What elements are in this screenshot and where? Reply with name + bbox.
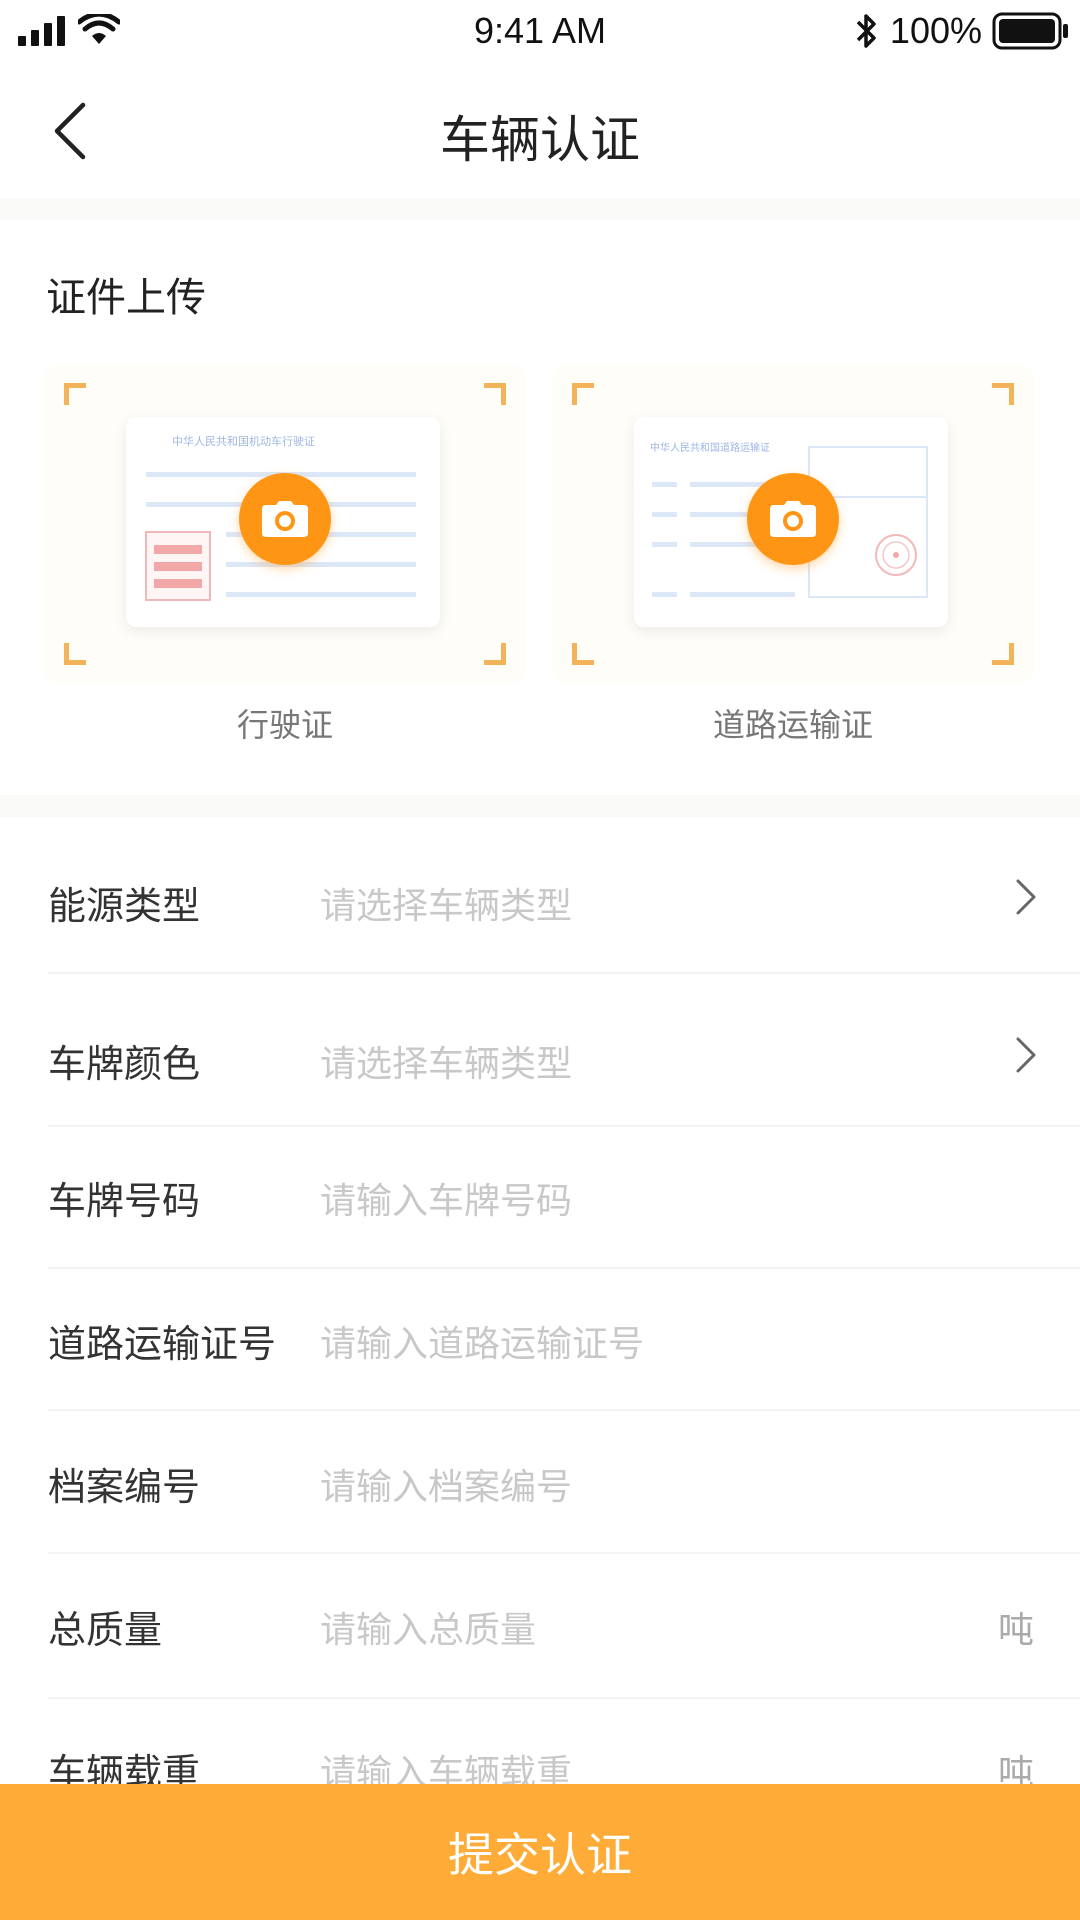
row-divider (48, 1267, 1080, 1269)
section-divider (0, 795, 1080, 817)
energy-type-select[interactable]: 请选择车辆类型 (320, 877, 572, 929)
section-divider (0, 198, 1080, 220)
screen: 9:41 AM 100% 车辆认证 证件上传 中华人民共和国机动车行驶证 行驶证… (0, 0, 1080, 1920)
camera-icon (770, 501, 816, 537)
upload-card-label-transport-permit: 道路运输证 (712, 706, 873, 744)
plate-color-select[interactable]: 请选择车辆类型 (320, 1035, 572, 1087)
row-divider (48, 1697, 1080, 1699)
submit-button-label: 提交认证 (448, 1829, 632, 1881)
form-label: 档案编号 (48, 1465, 201, 1509)
chevron-right-icon (1016, 879, 1036, 915)
row-divider (48, 1552, 1080, 1554)
camera-button-transport-permit[interactable] (747, 473, 839, 565)
chevron-right-icon (1016, 1037, 1036, 1073)
row-divider (48, 1409, 1080, 1411)
submit-button[interactable]: 提交认证 (0, 1784, 1080, 1920)
plate-number-input[interactable]: 请输入车牌号码 (320, 1172, 572, 1224)
upload-section: 证件上传 中华人民共和国机动车行驶证 行驶证 中华人民共和国道路运输证 道路运输… (0, 220, 1080, 795)
upload-card-transport-permit[interactable]: 中华人民共和国道路运输证 (552, 365, 1034, 683)
bluetooth-icon (856, 14, 876, 48)
page-title: 车辆认证 (440, 111, 640, 169)
status-bar: 9:41 AM 100% (0, 0, 1080, 68)
row-divider (48, 972, 1080, 974)
form-label: 车牌号码 (48, 1179, 201, 1223)
upload-section-title: 证件上传 (46, 275, 206, 321)
doc-header-1: 中华人民共和国机动车行驶证 (172, 434, 315, 448)
camera-icon (262, 501, 308, 537)
camera-button-driving-license[interactable] (239, 473, 331, 565)
total-mass-input[interactable]: 请输入总质量 (320, 1601, 536, 1653)
form-label: 车牌颜色 (48, 1042, 201, 1086)
form-label: 能源类型 (48, 884, 201, 928)
doc-header-2: 中华人民共和国道路运输证 (650, 441, 770, 454)
unit-label: 吨 (997, 1610, 1034, 1651)
upload-card-label-driving-license: 行驶证 (236, 706, 333, 744)
nav-bar: 车辆认证 (0, 68, 1080, 198)
battery-percent: 100% (889, 10, 982, 51)
transport-permit-no-input[interactable]: 请输入道路运输证号 (320, 1315, 644, 1367)
file-number-input[interactable]: 请输入档案编号 (320, 1458, 572, 1510)
upload-card-driving-license[interactable]: 中华人民共和国机动车行驶证 (44, 365, 526, 683)
battery-icon (992, 12, 1068, 50)
form-label: 道路运输证号 (48, 1322, 277, 1366)
row-divider (48, 1125, 1080, 1127)
form-label: 总质量 (48, 1608, 163, 1652)
